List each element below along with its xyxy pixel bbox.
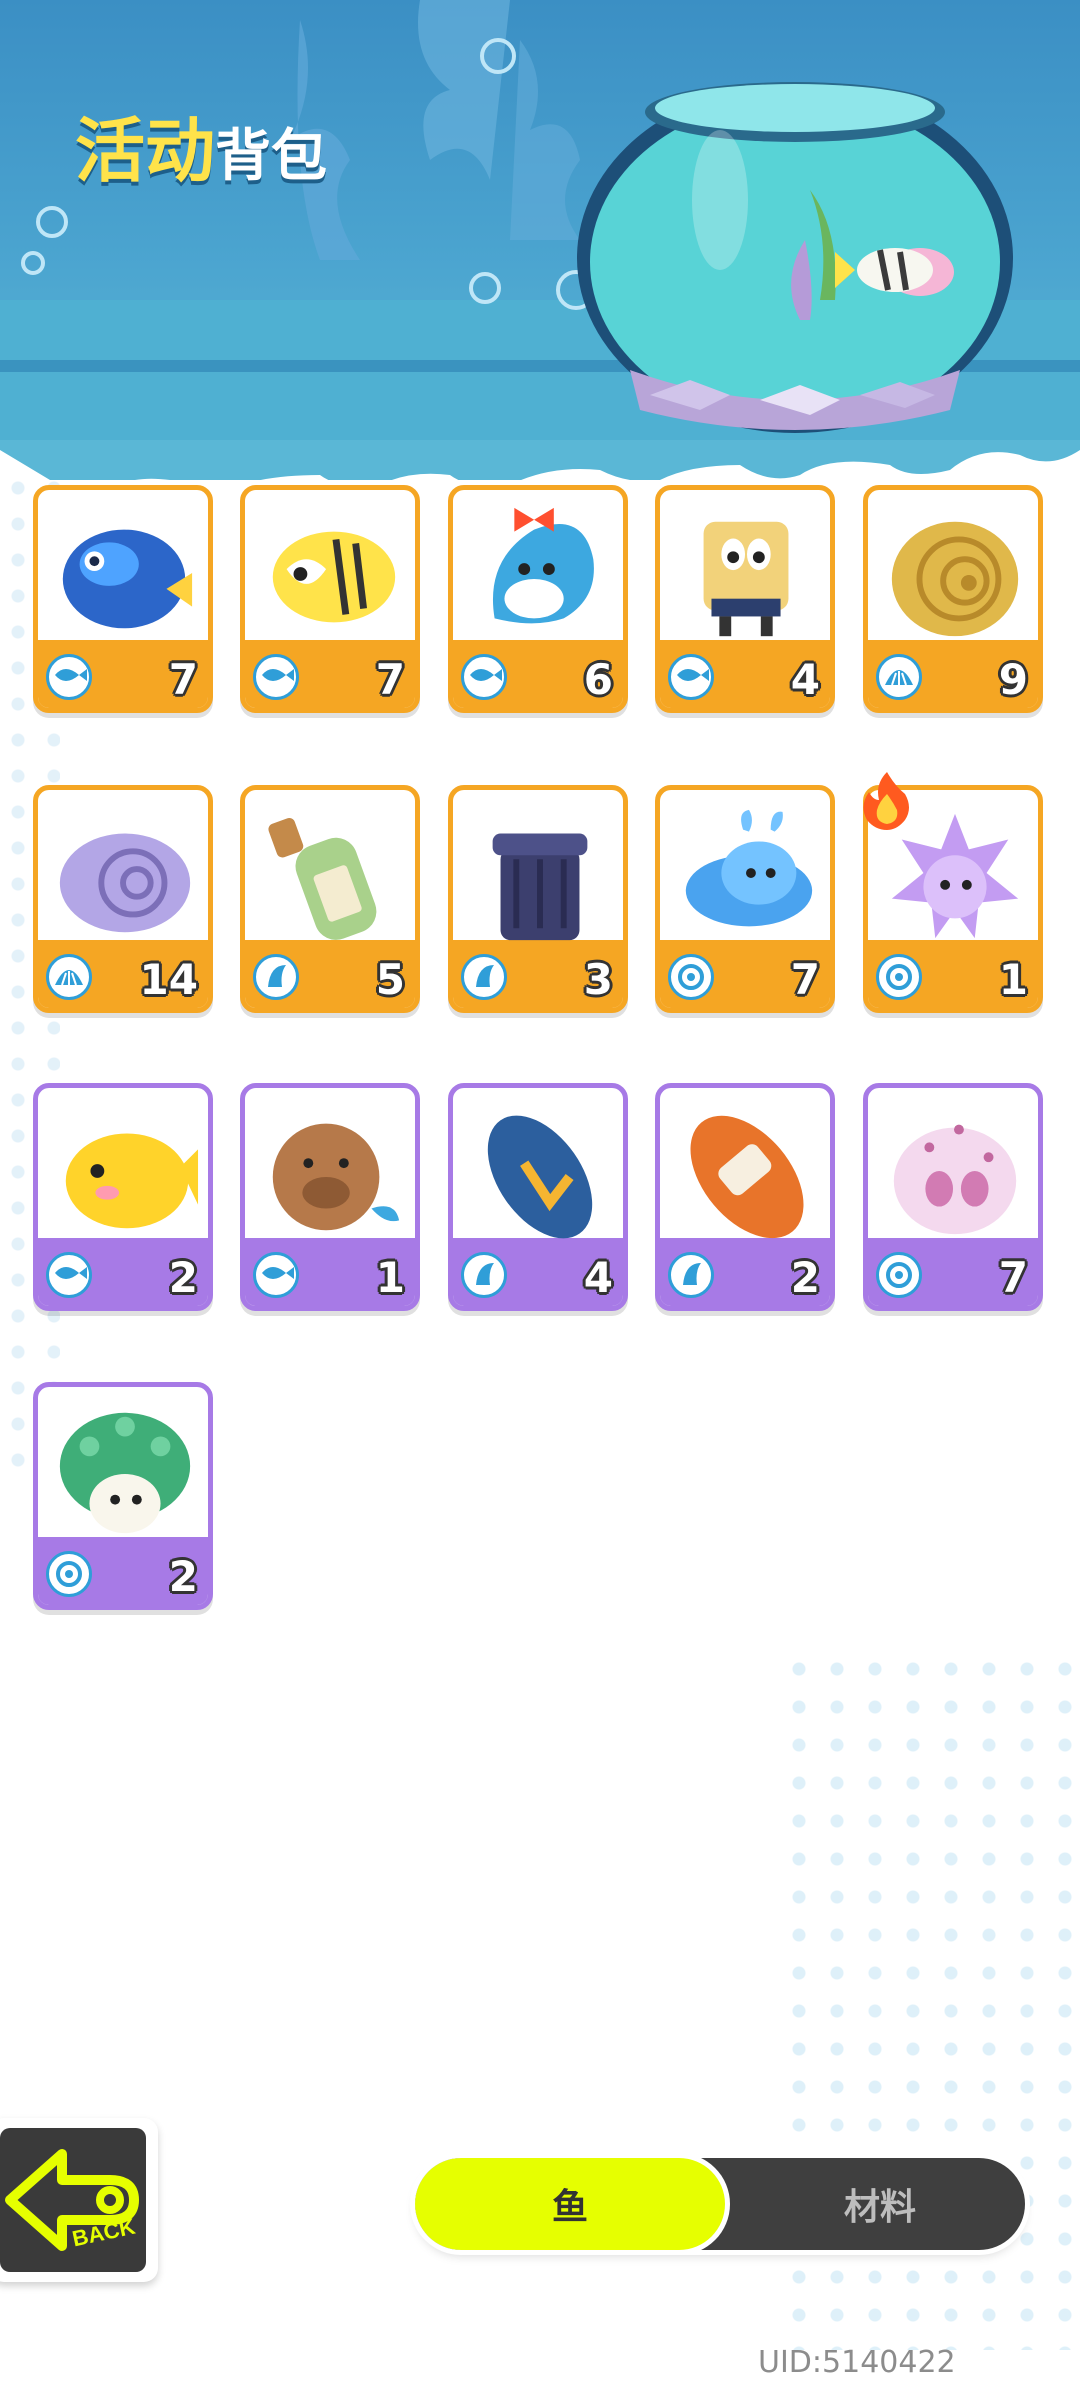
junk-icon (461, 1252, 507, 1298)
item-card-message-bottle[interactable]: 5 (240, 785, 420, 1013)
item-count: 5 (375, 955, 405, 1004)
junk-icon (461, 954, 507, 1000)
creature-icon (46, 1551, 92, 1597)
tab-materials[interactable]: 材料 (735, 2158, 1025, 2250)
fish-icon (461, 654, 507, 700)
peacock-sea-creature-icon (59, 1412, 191, 1534)
item-count: 2 (790, 1253, 820, 1302)
item-card-nautilus-shell[interactable]: 9 (863, 485, 1043, 713)
item-card-dolphin-with-bow[interactable]: 6 (448, 485, 628, 713)
fish-icon (253, 654, 299, 700)
nautilus-shell-icon (891, 521, 1019, 637)
fish-icon (46, 654, 92, 700)
item-card-peacock-sea-creature[interactable]: 2 (33, 1382, 213, 1610)
pink-puffer-shell-icon (893, 1124, 1017, 1235)
creature-icon (668, 954, 714, 1000)
item-card-sponge-character[interactable]: 4 (655, 485, 835, 713)
fish-icon (253, 1252, 299, 1298)
item-count: 14 (139, 955, 198, 1004)
back-button[interactable]: BACK (0, 2118, 158, 2282)
shell-icon (46, 954, 92, 1000)
blue-tang-fish-icon (62, 529, 193, 629)
item-card-blue-flip-flop[interactable]: 4 (448, 1083, 628, 1311)
category-tabs: 材料 鱼 (415, 2158, 1025, 2250)
sponge-character-icon (703, 521, 789, 637)
shell-icon (876, 654, 922, 700)
item-count: 1 (998, 955, 1028, 1004)
item-count: 2 (168, 1552, 198, 1601)
inventory-grid: 7 7 6 4 9 14 5 3 7 1 2 1 4 2 7 2 (0, 0, 1080, 1700)
creature-icon (876, 1252, 922, 1298)
tab-fish[interactable]: 鱼 (415, 2158, 725, 2250)
blue-flip-flop-icon (487, 1115, 593, 1239)
item-card-butterflyfish[interactable]: 7 (240, 485, 420, 713)
item-count: 3 (583, 955, 613, 1004)
item-count: 1 (375, 1253, 405, 1302)
item-card-orange-slipper[interactable]: 2 (655, 1083, 835, 1311)
item-card-blue-sea-slug[interactable]: 7 (655, 785, 835, 1013)
item-count: 7 (998, 1253, 1028, 1302)
junk-icon (668, 1252, 714, 1298)
item-count: 4 (583, 1253, 613, 1302)
fish-icon (668, 654, 714, 700)
ammonite-fossil-icon (59, 833, 191, 933)
item-count: 7 (168, 655, 198, 704)
orange-slipper-icon (690, 1115, 804, 1239)
yellow-pufferfish-icon (65, 1133, 199, 1229)
fire-icon (863, 772, 909, 830)
dolphin-with-bow-icon (492, 507, 594, 624)
item-card-ammonite-fossil[interactable]: 14 (33, 785, 213, 1013)
capybara-mermaid-icon (272, 1123, 400, 1231)
item-count: 6 (583, 655, 613, 704)
item-count: 7 (790, 955, 820, 1004)
back-arrow-icon (5, 2149, 139, 2251)
item-card-yellow-pufferfish[interactable]: 2 (33, 1083, 213, 1311)
fish-icon (46, 1252, 92, 1298)
blue-sea-slug-icon (685, 809, 813, 927)
item-count: 2 (168, 1253, 198, 1302)
junk-icon (253, 954, 299, 1000)
item-card-capybara-mermaid[interactable]: 1 (240, 1083, 420, 1311)
item-card-trash-can[interactable]: 3 (448, 785, 628, 1013)
butterflyfish-icon (272, 531, 396, 623)
item-count: 4 (790, 655, 820, 704)
item-card-blue-tang-fish[interactable]: 7 (33, 485, 213, 713)
item-card-pink-puffer-shell[interactable]: 7 (863, 1083, 1043, 1311)
user-id: UID:5140422 (758, 2345, 956, 2380)
back-button-inner: BACK (0, 2128, 146, 2272)
item-count: 7 (375, 655, 405, 704)
creature-icon (876, 954, 922, 1000)
trash-can-icon (492, 833, 588, 941)
item-count: 9 (998, 655, 1028, 704)
message-bottle-icon (268, 817, 377, 940)
